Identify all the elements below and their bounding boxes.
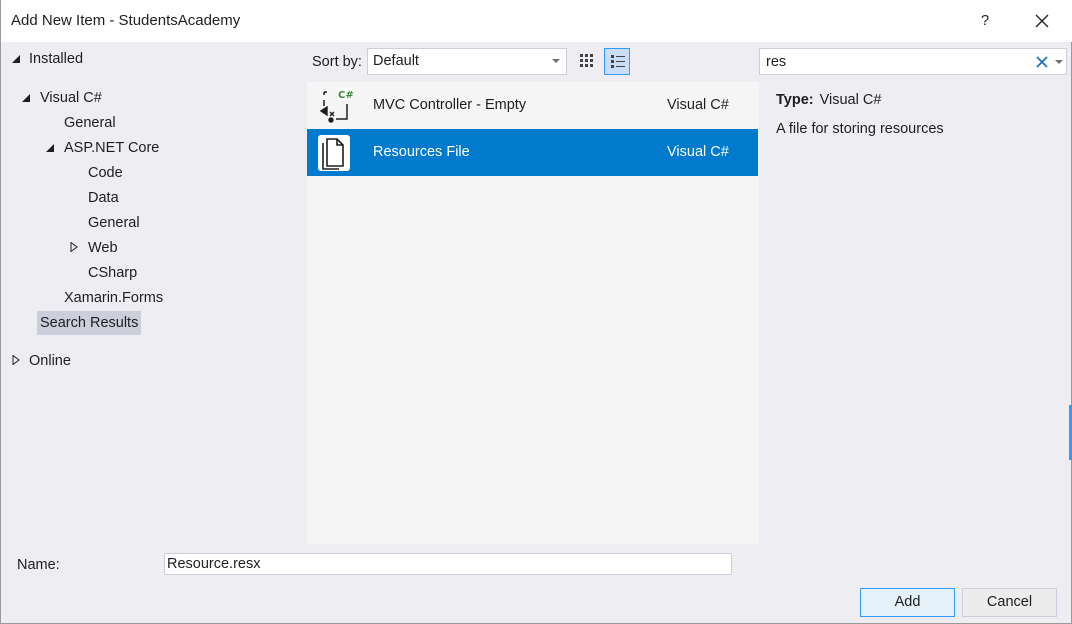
tree-item-label: Search Results — [37, 311, 142, 335]
csharp-badge: C# — [338, 90, 354, 101]
tree-item-label: General — [88, 215, 140, 231]
expanded-arrow-icon[interactable] — [45, 143, 55, 153]
small-icons-view-button[interactable] — [574, 48, 600, 75]
tree-item-web[interactable]: Web — [69, 236, 121, 260]
close-button[interactable] — [1023, 6, 1061, 36]
clear-search-icon[interactable] — [1035, 55, 1049, 69]
tree-item-label: Data — [88, 190, 119, 206]
tree-item-label: CSharp — [88, 265, 138, 281]
type-value: Visual C# — [819, 92, 882, 108]
tree-item-general-aspnet[interactable]: General — [85, 211, 143, 235]
list-view-button[interactable] — [604, 48, 630, 75]
template-item-resources-file[interactable]: Resources File Visual C# — [307, 129, 758, 176]
chevron-down-icon — [552, 59, 560, 63]
tree-item-visual-csharp[interactable]: Visual C# — [21, 86, 105, 110]
template-item-language: Visual C# — [667, 144, 729, 160]
tree-item-label: Visual C# — [40, 90, 102, 106]
expanded-arrow-icon[interactable] — [21, 93, 31, 103]
window-title: Add New Item - StudentsAcademy — [11, 12, 241, 29]
tree-item-label: Installed — [29, 51, 84, 67]
tree-item-label: Web — [88, 240, 118, 256]
tree-item-label: Code — [88, 165, 123, 181]
sort-by-label: Sort by: — [312, 54, 362, 70]
add-new-item-dialog: Add New Item - StudentsAcademy ? Install… — [0, 0, 1072, 624]
tree-item-label: Online — [29, 353, 71, 369]
tree-item-online[interactable]: Online — [11, 349, 74, 373]
resource-file-icon — [318, 135, 350, 171]
template-tree: Installed Visual C# General ASP.NET Core… — [1, 42, 305, 544]
template-list: C# MVC Controller - Empty Visual C# Reso… — [307, 82, 759, 544]
type-label: Type: — [776, 92, 814, 108]
template-item-name: MVC Controller - Empty — [373, 97, 527, 113]
type-line: Type: Visual C# — [776, 92, 1056, 108]
add-button[interactable]: Add — [860, 588, 955, 617]
sort-by-dropdown[interactable]: Default — [367, 48, 567, 75]
tree-item-installed[interactable]: Installed — [11, 47, 86, 71]
template-item-name: Resources File — [373, 144, 470, 160]
tree-item-general[interactable]: General — [61, 111, 119, 135]
tree-item-code[interactable]: Code — [85, 161, 126, 185]
tree-item-label: Xamarin.Forms — [64, 290, 164, 306]
csharp-controller-icon: C# — [319, 88, 354, 123]
list-view-icon — [611, 55, 625, 68]
help-button[interactable]: ? — [969, 6, 1001, 36]
tree-item-label: General — [64, 115, 116, 131]
tree-item-label: ASP.NET Core — [64, 140, 160, 156]
cancel-button[interactable]: Cancel — [962, 588, 1057, 617]
template-item-mvc-controller[interactable]: C# MVC Controller - Empty Visual C# — [307, 82, 758, 129]
chevron-down-icon[interactable] — [1055, 60, 1063, 64]
template-item-language: Visual C# — [667, 97, 729, 113]
close-icon — [1035, 14, 1049, 28]
collapsed-arrow-icon[interactable] — [69, 242, 79, 252]
expanded-arrow-icon[interactable] — [11, 54, 21, 64]
search-box — [759, 48, 1067, 75]
tree-item-csharp[interactable]: CSharp — [85, 261, 140, 285]
sort-by-value: Default — [373, 53, 419, 69]
template-details: Type: Visual C# A file for storing resour… — [776, 92, 1056, 137]
collapsed-arrow-icon[interactable] — [11, 355, 21, 365]
tree-item-search-results[interactable]: Search Results — [37, 311, 142, 335]
search-input[interactable] — [766, 52, 1026, 72]
title-bar: Add New Item - StudentsAcademy ? — [1, 0, 1072, 42]
grid-view-icon — [580, 54, 593, 67]
tree-item-aspnet-core[interactable]: ASP.NET Core — [45, 136, 162, 160]
name-label: Name: — [17, 557, 60, 573]
name-input[interactable] — [164, 553, 732, 575]
tree-item-data[interactable]: Data — [85, 186, 122, 210]
tree-item-xamarin-forms[interactable]: Xamarin.Forms — [61, 286, 166, 310]
template-description: A file for storing resources — [776, 121, 944, 137]
